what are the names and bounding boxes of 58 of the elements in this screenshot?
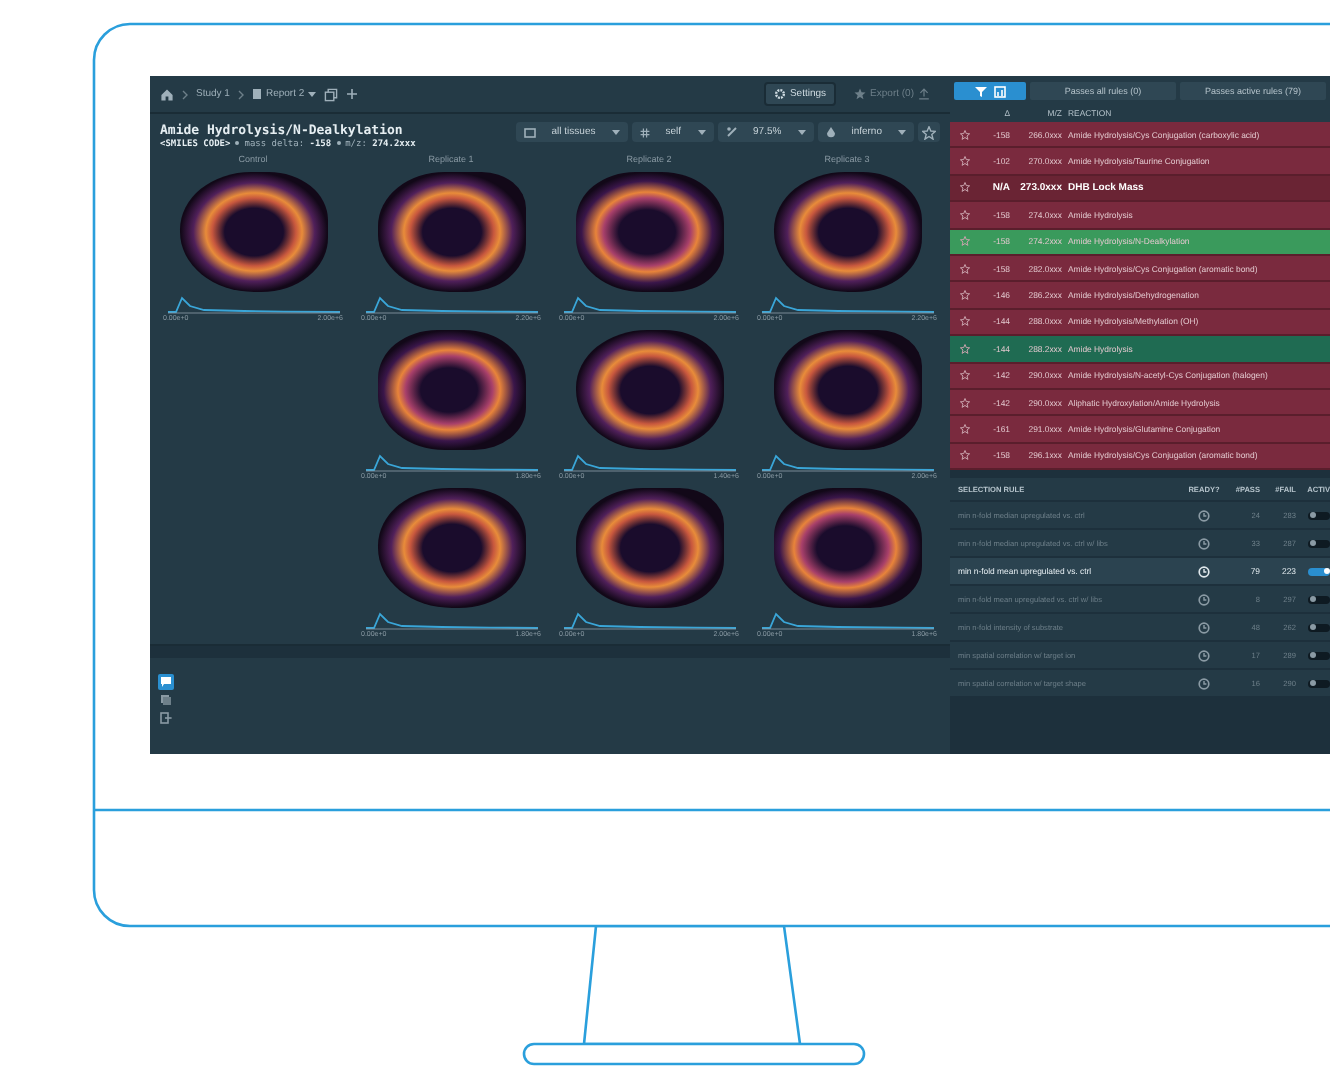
caret-icon	[308, 91, 317, 97]
clock-icon	[1198, 677, 1210, 690]
tool-button[interactable]	[158, 674, 174, 690]
bullet-icon	[335, 140, 342, 146]
toggle-switch[interactable]	[1308, 623, 1330, 632]
favorite-button[interactable]	[918, 122, 940, 142]
grid-icon	[523, 127, 536, 137]
star-icon	[854, 88, 867, 100]
clock-icon	[1198, 593, 1210, 606]
bullet-icon	[234, 140, 241, 146]
chevron-icon	[237, 89, 244, 99]
clock-icon	[1198, 649, 1210, 662]
tool-button[interactable]	[158, 692, 174, 708]
star-icon[interactable]	[959, 423, 969, 434]
chevron-icon	[182, 89, 188, 99]
star-icon[interactable]	[959, 450, 969, 461]
toggle-switch[interactable]	[1308, 567, 1330, 576]
filter-icon	[974, 85, 988, 97]
star-icon[interactable]	[959, 290, 969, 301]
export-icon	[160, 712, 172, 724]
star-icon[interactable]	[959, 343, 969, 354]
toggle-switch[interactable]	[1308, 595, 1330, 604]
clock-icon	[1198, 621, 1210, 634]
star-icon[interactable]	[959, 129, 969, 140]
star-icon[interactable]	[959, 263, 969, 274]
chart-icon	[994, 85, 1006, 97]
upload-icon	[918, 88, 930, 100]
toggle-switch[interactable]	[1308, 651, 1330, 660]
toggle-switch[interactable]	[1308, 511, 1330, 520]
home-icon[interactable]	[160, 87, 174, 101]
tool-button[interactable]	[158, 710, 174, 726]
tab[interactable]	[954, 82, 1026, 100]
caret-icon	[611, 129, 620, 135]
star-icon[interactable]	[959, 316, 969, 327]
clipboard-icon	[251, 88, 262, 100]
add-icon[interactable]	[346, 88, 359, 100]
caret-icon	[697, 129, 706, 135]
drop-icon	[825, 126, 836, 138]
percent-icon	[725, 126, 738, 138]
caret-icon	[898, 129, 906, 135]
clock-icon	[1198, 537, 1210, 550]
settings-icon	[773, 88, 786, 100]
hash-icon	[639, 127, 650, 137]
toggle-switch[interactable]	[1308, 679, 1330, 688]
star-icon[interactable]	[959, 156, 969, 167]
copy-icon[interactable]	[324, 87, 339, 101]
star-icon[interactable]	[959, 236, 969, 247]
star-icon[interactable]	[959, 182, 969, 193]
caret-icon	[797, 129, 806, 135]
toggle-switch[interactable]	[1308, 539, 1330, 548]
clock-icon	[1198, 565, 1210, 578]
star-icon[interactable]	[959, 209, 969, 220]
layers-icon	[160, 694, 172, 706]
comment-icon	[160, 676, 172, 688]
star-icon[interactable]	[959, 370, 969, 381]
clock-icon	[1198, 509, 1210, 522]
star-icon	[922, 125, 936, 139]
star-icon[interactable]	[959, 397, 969, 408]
